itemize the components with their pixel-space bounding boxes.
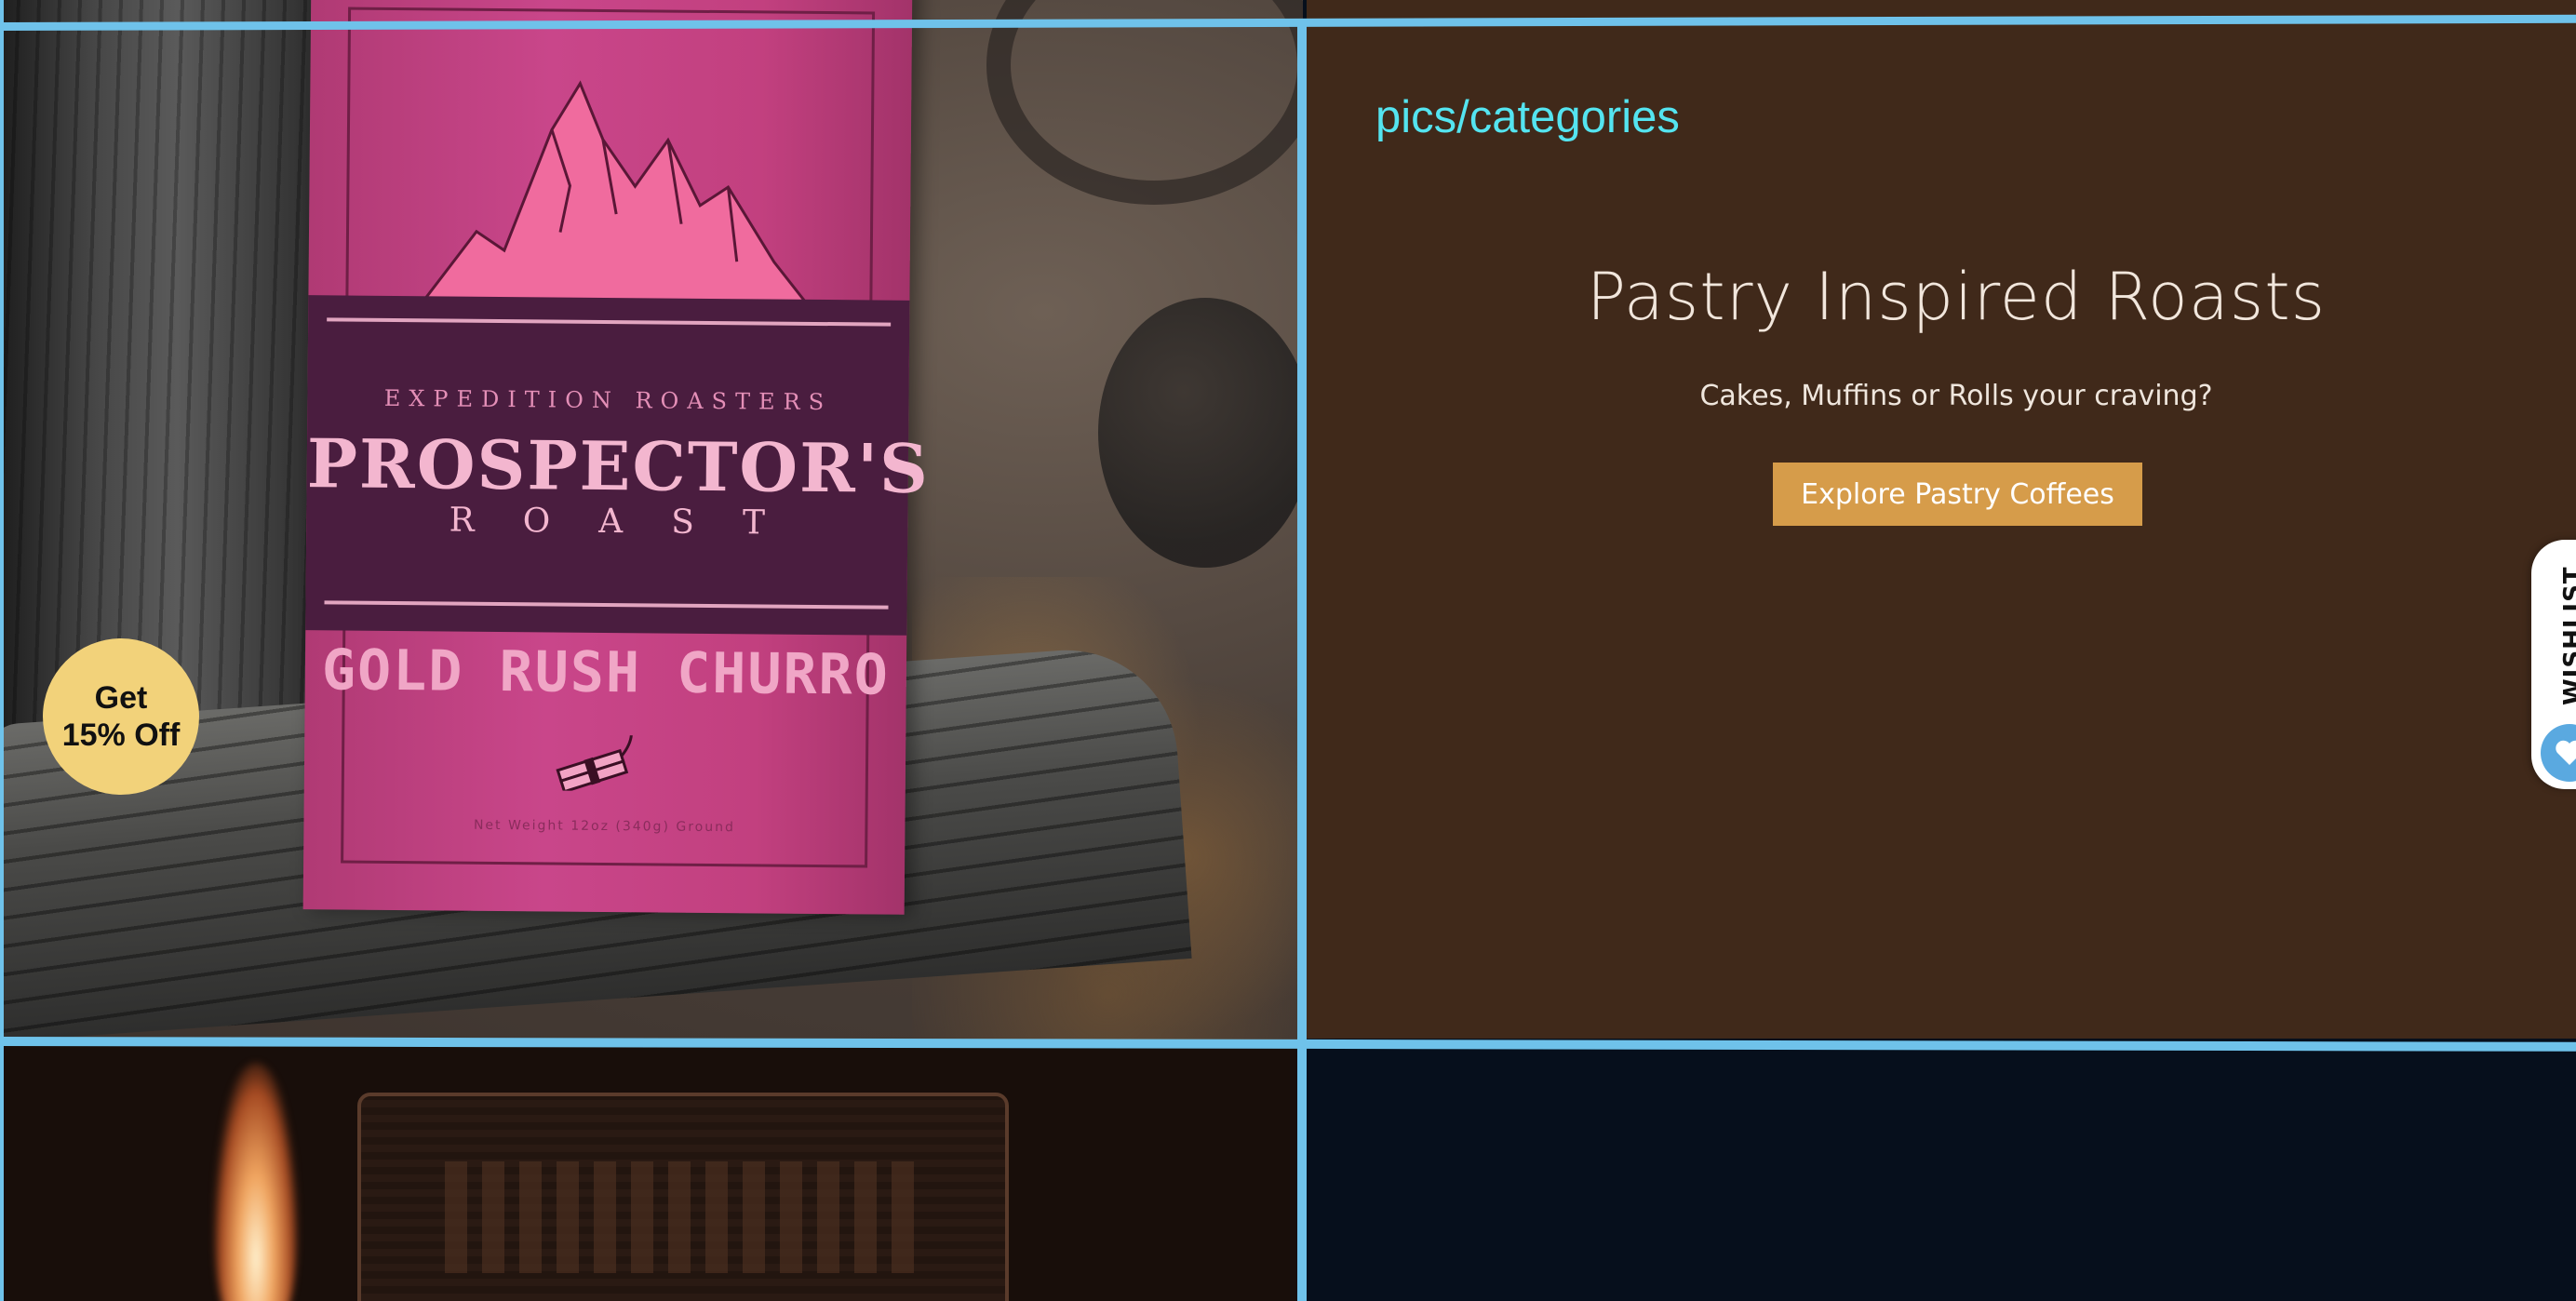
background-pot <box>1098 298 1303 568</box>
barbed-wire-bottom <box>324 600 889 610</box>
bag-brand-main: PROSPECTOR'S <box>306 423 931 509</box>
campfire-photo <box>0 1046 1299 1301</box>
coffee-bag: EXPEDITION ROASTERS PROSPECTOR'S ROAST G… <box>302 0 931 915</box>
bag-brand-top: EXPEDITION ROASTERS <box>383 384 833 416</box>
heart-icon <box>2541 724 2576 782</box>
explore-pastry-coffees-button[interactable]: Explore Pastry Coffees <box>1773 463 2142 526</box>
background-wheel <box>986 0 1303 205</box>
bag-flavor: GOLD RUSH CHURRO <box>321 637 891 708</box>
category-title: Pastry Inspired Roasts <box>1586 259 2327 335</box>
promo-line-1: Get <box>94 680 148 716</box>
wishlist-tab[interactable]: WISHLIST <box>2531 540 2576 789</box>
mountains-illustration <box>420 80 813 309</box>
flame <box>214 1063 298 1301</box>
grid-line-vertical <box>1297 19 1307 1301</box>
barbed-wire-top <box>327 317 892 327</box>
bag-label-band: EXPEDITION ROASTERS PROSPECTOR'S ROAST <box>305 295 931 636</box>
navy-panel <box>1307 1046 2576 1301</box>
discount-promo-badge[interactable]: Get 15% Off <box>43 638 199 795</box>
category-panel: pics/categories Pastry Inspired Roasts C… <box>1307 19 2576 1039</box>
bag-brand-sub: ROAST <box>449 501 814 543</box>
product-photo: EXPEDITION ROASTERS PROSPECTOR'S ROAST G… <box>0 0 1303 1040</box>
promo-line-2: 15% Off <box>61 718 181 753</box>
category-path-label: pics/categories <box>1375 92 1680 142</box>
rustic-sign <box>357 1093 1009 1301</box>
category-subtitle: Cakes, Muffins or Rolls your craving? <box>1699 380 2213 412</box>
dynamite-icon <box>556 734 633 792</box>
wishlist-label: WISHLIST <box>2559 566 2576 705</box>
grid-line-left <box>0 0 4 1301</box>
